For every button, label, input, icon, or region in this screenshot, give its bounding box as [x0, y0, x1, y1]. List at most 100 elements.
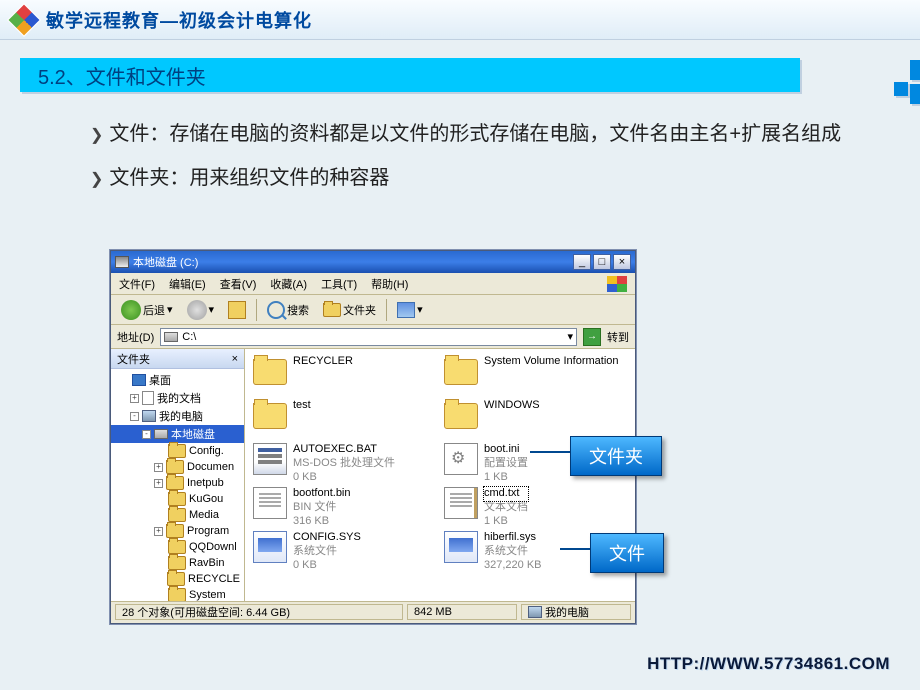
menu-file[interactable]: 文件(F)	[119, 276, 155, 292]
app-header: 敏学远程教育—初级会计电算化	[0, 0, 920, 40]
folder-icon	[166, 524, 184, 538]
tree-item[interactable]: RavBin	[111, 555, 244, 571]
folders-button[interactable]: 文件夹	[319, 300, 380, 320]
separator	[256, 299, 257, 321]
folder-icon	[166, 476, 184, 490]
tree-item[interactable]: System	[111, 587, 244, 601]
tree-label: 我的电脑	[159, 408, 203, 424]
tree-label: Config.	[189, 445, 224, 457]
tree-close-button[interactable]: ×	[232, 353, 238, 365]
tree-body[interactable]: 桌面+我的文档-我的电脑-本地磁盘 Config. +Documen+Inetpub…	[111, 369, 244, 601]
separator	[386, 299, 387, 321]
folder-icon	[168, 556, 186, 570]
desktop-icon	[132, 374, 146, 386]
content-body: 文件：存储在电脑的资料都是以文件的形式存储在电脑，文件名由主名+扩展名组成 文件…	[0, 92, 920, 210]
file-name: System Volume Information	[484, 355, 619, 369]
up-button[interactable]	[224, 299, 250, 321]
pc-icon	[528, 606, 542, 618]
tree-item[interactable]: Media	[111, 507, 244, 523]
menu-help[interactable]: 帮助(H)	[371, 276, 408, 292]
tree-label: Documen	[187, 461, 234, 473]
file-item[interactable]: RECYCLER	[253, 355, 436, 397]
tree-label: 我的文档	[157, 390, 201, 406]
file-item[interactable]: WINDOWS	[444, 399, 627, 441]
address-input[interactable]: C:\ ▾	[160, 328, 577, 346]
dropdown-icon[interactable]: ▾	[567, 330, 573, 343]
tree-item[interactable]: KuGou	[111, 491, 244, 507]
tree-item[interactable]: RECYCLE	[111, 571, 244, 587]
tree-item[interactable]: Config.	[111, 443, 244, 459]
minimize-button[interactable]: _	[573, 254, 591, 270]
tree-item[interactable]: +Inetpub	[111, 475, 244, 491]
file-name: boot.ini	[484, 443, 528, 457]
titlebar[interactable]: 本地磁盘 (C:) _ □ ×	[111, 251, 635, 273]
section-title: 5.2、文件和文件夹	[20, 58, 800, 92]
back-button[interactable]: 后退 ▾	[117, 298, 177, 322]
file-meta: 系统文件0 KB	[293, 545, 361, 573]
menu-tools[interactable]: 工具(T)	[321, 276, 357, 292]
address-value: C:\	[182, 331, 196, 343]
folder-icon	[168, 540, 186, 554]
tree-item[interactable]: 桌面	[111, 371, 244, 389]
tree-item[interactable]: QQDownl	[111, 539, 244, 555]
callout-file: 文件	[590, 533, 664, 573]
folder-icon	[444, 359, 478, 385]
text-file-icon	[444, 487, 478, 519]
status-size: 842 MB	[407, 604, 517, 620]
address-label: 地址(D)	[117, 329, 154, 345]
bin-file-icon	[253, 487, 287, 519]
file-item[interactable]: CONFIG.SYS系统文件0 KB	[253, 531, 436, 573]
tree-title: 文件夹	[117, 351, 150, 367]
file-name: AUTOEXEC.BAT	[293, 443, 395, 457]
toolbar: 后退 ▾ ▾ 搜索 文件夹 ▾	[111, 295, 635, 325]
file-item[interactable]: test	[253, 399, 436, 441]
file-name: WINDOWS	[484, 399, 540, 413]
tree-item[interactable]: -我的电脑	[111, 407, 244, 425]
tree-item[interactable]: +我的文档	[111, 389, 244, 407]
tree-header: 文件夹 ×	[111, 349, 244, 369]
ini-file-icon	[444, 443, 478, 475]
menu-edit[interactable]: 编辑(E)	[169, 276, 206, 292]
callout-line-file	[560, 548, 590, 550]
window-title: 本地磁盘 (C:)	[133, 254, 198, 270]
tree-label: 本地磁盘	[171, 426, 215, 442]
file-meta: BIN 文件316 KB	[293, 501, 351, 529]
views-button[interactable]: ▾	[393, 300, 427, 320]
folder-icon	[166, 460, 184, 474]
tree-label: KuGou	[189, 493, 223, 505]
status-bar: 28 个对象(可用磁盘空间: 6.44 GB) 842 MB 我的电脑	[111, 601, 635, 621]
search-button[interactable]: 搜索	[263, 299, 313, 321]
folder-icon	[253, 403, 287, 429]
tree-item[interactable]: +Program	[111, 523, 244, 539]
file-name: test	[293, 399, 311, 413]
tree-label: System	[189, 589, 226, 601]
file-name: cmd.txt	[484, 487, 528, 501]
file-item[interactable]: AUTOEXEC.BATMS-DOS 批处理文件0 KB	[253, 443, 436, 485]
file-item[interactable]: bootfont.binBIN 文件316 KB	[253, 487, 436, 529]
file-meta: MS-DOS 批处理文件0 KB	[293, 457, 395, 485]
go-button[interactable]: →	[583, 328, 601, 346]
file-name: RECYCLER	[293, 355, 353, 369]
file-meta: 文本文档1 KB	[484, 501, 528, 529]
tree-label: RECYCLE	[188, 573, 240, 585]
folder-tree-pane: 文件夹 × 桌面+我的文档-我的电脑-本地磁盘 Config. +Documen+I…	[111, 349, 245, 601]
views-icon	[397, 302, 415, 318]
folder-icon	[444, 403, 478, 429]
maximize-button[interactable]: □	[593, 254, 611, 270]
file-meta: 系统文件327,220 KB	[484, 545, 542, 573]
close-button[interactable]: ×	[613, 254, 631, 270]
file-item[interactable]: cmd.txt文本文档1 KB	[444, 487, 627, 529]
tree-label: Media	[189, 509, 219, 521]
tree-item[interactable]: -本地磁盘	[111, 425, 244, 443]
drive-icon	[164, 332, 178, 342]
menu-fav[interactable]: 收藏(A)	[270, 276, 307, 292]
bullet-file: 文件：存储在电脑的资料都是以文件的形式存储在电脑，文件名由主名+扩展名组成	[90, 112, 860, 156]
file-name: hiberfil.sys	[484, 531, 542, 545]
file-item[interactable]: System Volume Information	[444, 355, 627, 397]
forward-button[interactable]: ▾	[183, 298, 219, 322]
tree-item[interactable]: +Documen	[111, 459, 244, 475]
tree-label: RavBin	[189, 557, 224, 569]
folder-icon	[167, 572, 185, 586]
tree-label: Program	[187, 525, 229, 537]
menu-view[interactable]: 查看(V)	[220, 276, 257, 292]
